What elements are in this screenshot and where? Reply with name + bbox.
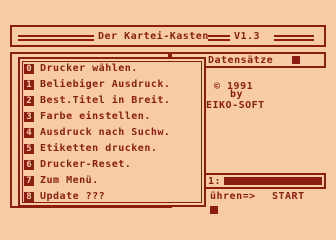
title-rule-mid: [208, 35, 230, 37]
menu-item-6[interactable]: Drucker-Reset.: [40, 160, 131, 170]
menu-item-key-icon: 0: [24, 64, 34, 74]
menu-item-1[interactable]: Beliebiger Ausdruck.: [40, 80, 170, 90]
datensaetze-value-box: [292, 56, 300, 64]
menu-item-4[interactable]: Ausdruck nach Suchw.: [40, 128, 170, 138]
field-label: 1:: [208, 176, 222, 187]
menu-item-8[interactable]: Update ???: [40, 192, 105, 202]
company-text: EIKO-SOFT: [206, 100, 265, 111]
menu-item-key-icon: 2: [24, 96, 34, 106]
app-version: V1.3: [234, 31, 261, 42]
menu-item-0[interactable]: Drucker wählen.: [40, 64, 138, 74]
app-title: Der Kartei-Kasten: [98, 31, 209, 42]
title-bar: Der Kartei-Kasten V1.3: [10, 25, 326, 47]
title-rule-left-2: [18, 39, 94, 41]
menu-item-key-icon: 4: [24, 128, 34, 138]
title-rule-mid-2: [208, 39, 230, 41]
field-value-bar: [224, 177, 322, 185]
title-rule-right: [274, 35, 314, 37]
by-text: by: [230, 89, 244, 100]
menu-item-key-icon: 5: [24, 144, 34, 154]
menu-item-key-icon: 3: [24, 112, 34, 122]
menu-item-7[interactable]: Zum Menü.: [40, 176, 99, 186]
hint-text: ühren=>: [210, 191, 256, 202]
bottom-checkbox[interactable]: [210, 206, 218, 214]
menu-item-key-icon: 7: [24, 176, 34, 186]
title-rule-right-2: [274, 39, 314, 41]
menu-item-5[interactable]: Etiketten drucken.: [40, 144, 157, 154]
menu-item-key-icon: 1: [24, 80, 34, 90]
start-button[interactable]: START: [272, 192, 305, 202]
menu-item-3[interactable]: Farbe einstellen.: [40, 112, 151, 122]
datensaetze-label: Datensätze: [208, 55, 274, 66]
menu-item-key-icon: 6: [24, 160, 34, 170]
menu-item-key-icon: 8: [24, 192, 34, 202]
menu-item-2[interactable]: Best.Titel in Breit.: [40, 96, 170, 106]
input-field[interactable]: 1:: [200, 173, 326, 189]
title-rule-left: [18, 35, 94, 37]
